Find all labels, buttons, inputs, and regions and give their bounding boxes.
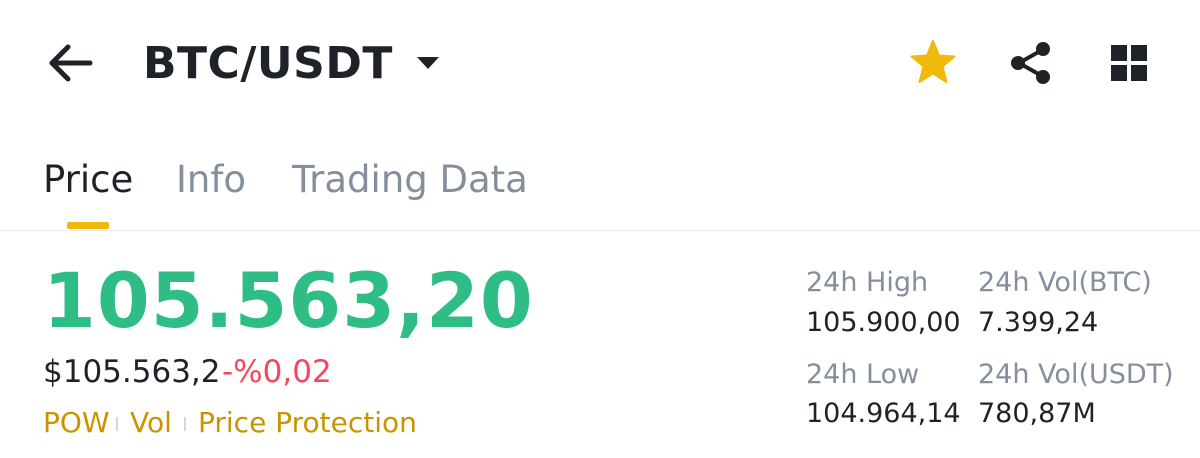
layout-grid-button[interactable] [1104,38,1154,88]
caret-down-icon [417,57,439,69]
tab-info[interactable]: Info [176,156,246,204]
stat-vol-usdt-value: 780,87M [978,398,1096,429]
pair-title[interactable]: BTC/USDT [143,34,393,94]
tab-trading-data[interactable]: Trading Data [292,156,528,204]
fiat-price: $105.563,2 [43,354,221,390]
tag-vol[interactable]: Vol [130,405,172,441]
stat-high-value: 105.900,00 [806,307,961,338]
arrow-left-icon [49,44,93,82]
share-icon [1011,42,1050,84]
star-icon [910,40,956,83]
stat-high-label: 24h High [806,267,929,298]
stat-vol-btc-value: 7.399,24 [978,307,1099,338]
tag-price-protection[interactable]: Price Protection [198,405,417,441]
stat-vol-btc-label: 24h Vol(BTC) [978,267,1152,298]
tag-pow[interactable]: POW [43,405,110,441]
tab-price[interactable]: Price [43,156,133,204]
stat-vol-usdt-label: 24h Vol(USDT) [978,359,1174,390]
active-tab-indicator [67,222,109,229]
stat-low-label: 24h Low [806,359,920,390]
share-button[interactable] [1006,38,1056,88]
tag-divider [184,417,186,431]
last-price: 105.563,20 [43,256,534,345]
favorite-button[interactable] [908,38,958,88]
stat-low-value: 104.964,14 [806,398,961,429]
price-change-percent: -%0,02 [222,354,332,390]
top-bar: BTC/USDT [0,0,1200,130]
grid-icon [1111,45,1147,81]
tab-bar: Price Info Trading Data [0,140,1200,231]
back-button[interactable] [46,40,96,86]
tag-divider [116,417,118,431]
pair-dropdown-button[interactable] [414,52,442,74]
